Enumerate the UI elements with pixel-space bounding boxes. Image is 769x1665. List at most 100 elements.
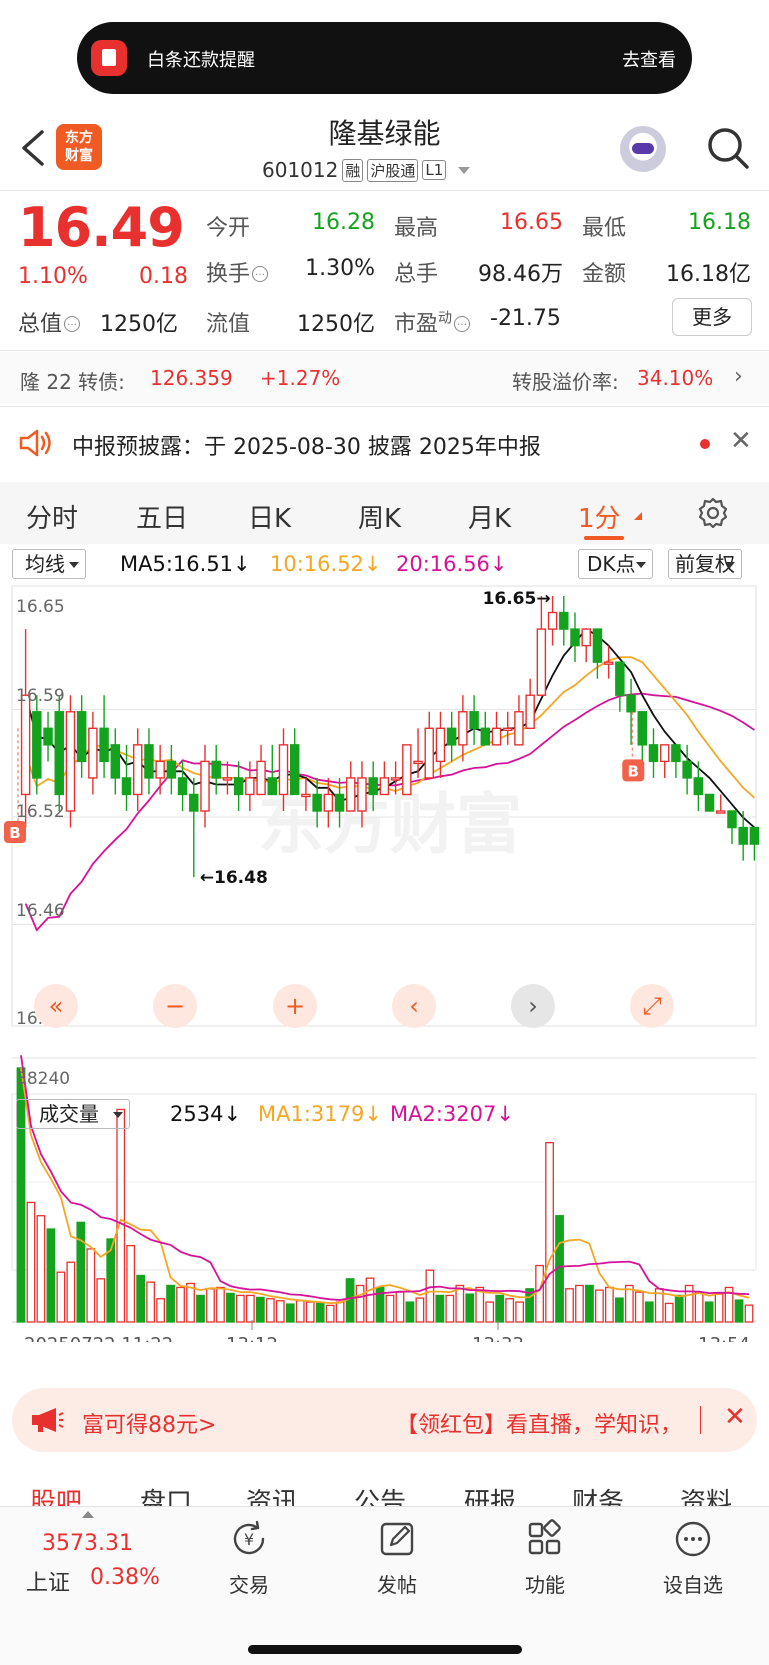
mcap-label-text: 总值 xyxy=(18,312,63,337)
candle-body xyxy=(491,727,502,746)
tab-one-minute[interactable]: 1分 xyxy=(578,498,621,535)
tab-monthly-k[interactable]: 月K xyxy=(468,498,511,535)
candle-body xyxy=(289,744,300,796)
volume-bar xyxy=(236,1294,245,1323)
tab-forum[interactable]: 股吧 xyxy=(30,1482,82,1506)
candle-body xyxy=(390,777,401,781)
volume-bar xyxy=(425,1269,435,1323)
float-value: 1250亿 xyxy=(297,312,375,337)
tab-weekly-k[interactable]: 周K xyxy=(358,498,401,535)
pe-value: -21.75 xyxy=(490,306,561,331)
tab-profile[interactable]: 资料 xyxy=(680,1482,732,1506)
notification-banner[interactable]: 白条还款提醒 去查看 xyxy=(77,22,692,94)
content-tabs: 股吧 盘口 资讯 公告 研报 财务 资料 xyxy=(0,1470,769,1506)
tab-intraday[interactable]: 分时 xyxy=(26,498,78,535)
volume-bar xyxy=(365,1277,375,1323)
price-axis-label: 16.65 xyxy=(16,597,65,617)
candle-body xyxy=(525,694,535,730)
close-icon[interactable]: ✕ xyxy=(724,1402,746,1432)
close-icon[interactable]: ✕ xyxy=(730,426,752,456)
kline-chart[interactable]: 东方财富 16.65→ ←16.48 B B 16.65 16.59 16.52 16.46… xyxy=(0,582,769,1342)
volume-bar xyxy=(694,1291,704,1323)
volume-bar xyxy=(605,1286,614,1323)
info-icon[interactable]: … xyxy=(252,266,269,282)
volume-bar xyxy=(96,1278,106,1323)
candle-body xyxy=(189,793,199,812)
volume-indicator-selector[interactable]: 成交量 xyxy=(16,1099,130,1129)
divider xyxy=(0,190,769,191)
index-value[interactable]: 3573.31 xyxy=(42,1531,133,1556)
trade-button[interactable]: ¥ 交易 xyxy=(204,1519,294,1598)
open-value: 16.28 xyxy=(312,210,375,235)
notification-view-button[interactable]: 去查看 xyxy=(622,46,676,72)
tab-announcements[interactable]: 公告 xyxy=(354,1482,406,1506)
volume-bar xyxy=(495,1294,505,1323)
chevron-down-icon[interactable] xyxy=(458,166,471,174)
candle-body xyxy=(435,727,446,763)
stock-code: 601012 xyxy=(262,158,339,182)
convertible-bond-row[interactable]: 隆 22 转债: 126.359 +1.27% 转股溢价率: 34.10% › xyxy=(0,352,769,404)
candle-body xyxy=(659,744,670,763)
candle-body xyxy=(20,694,31,796)
info-icon[interactable]: … xyxy=(454,316,471,332)
indicator-selector[interactable]: 均线 xyxy=(12,549,86,579)
buy-marker-right-text: B xyxy=(628,762,639,780)
volume-bar xyxy=(245,1294,255,1323)
volume-bar xyxy=(644,1301,654,1323)
tab-dropdown-icon xyxy=(634,512,642,520)
candle-body xyxy=(43,727,53,746)
add-watchlist-button[interactable]: 设自选 xyxy=(648,1519,738,1598)
volume-bar xyxy=(116,1108,126,1323)
current-price: 16.49 xyxy=(18,196,185,259)
mcap-label: 总值… xyxy=(18,306,81,338)
volume-bar xyxy=(505,1298,515,1323)
adjust-button[interactable]: 前复权 xyxy=(668,549,742,579)
tab-financials[interactable]: 财务 xyxy=(572,1482,624,1506)
volume-ma2: MA2:3207↓ xyxy=(390,1102,514,1126)
candle-body xyxy=(155,760,165,779)
tab-news[interactable]: 资讯 xyxy=(246,1482,298,1506)
time-axis-label: 13:54 xyxy=(698,1334,750,1342)
candle-body xyxy=(682,760,692,779)
candle-body xyxy=(301,793,311,798)
tab-orderbook[interactable]: 盘口 xyxy=(140,1482,192,1506)
add-watchlist-label: 设自选 xyxy=(663,1573,723,1597)
premium-label: 转股溢价率: xyxy=(512,370,619,394)
candle-body xyxy=(693,777,704,796)
volume-bar xyxy=(255,1296,265,1323)
chart-control-glyph: › xyxy=(528,992,538,1020)
low-annotation: ←16.48 xyxy=(200,868,268,888)
index-name[interactable]: 上证 xyxy=(26,1565,70,1597)
volume-bar xyxy=(76,1221,86,1323)
edit-icon xyxy=(380,1522,414,1556)
volume-bar xyxy=(734,1299,744,1323)
open-label: 今开 xyxy=(206,216,251,241)
tab-five-day[interactable]: 五日 xyxy=(136,498,188,535)
mcap-value: 1250亿 xyxy=(100,312,178,337)
more-button[interactable]: 更多 xyxy=(672,298,752,336)
post-button[interactable]: 发帖 xyxy=(352,1519,442,1598)
volume-max-label: 38240 xyxy=(16,1069,70,1089)
tab-research[interactable]: 研报 xyxy=(464,1482,516,1506)
promo-banner[interactable]: 富可得88元> 【领红包】看直播，学知识， ✕ xyxy=(12,1388,757,1452)
candle-body xyxy=(144,744,154,779)
tab-daily-k[interactable]: 日K xyxy=(248,498,291,535)
gear-icon[interactable] xyxy=(696,496,730,530)
price-axis-label: 16.46 xyxy=(16,901,65,921)
premium-value: 34.10% xyxy=(637,366,714,390)
pe-label-text: 市盈 xyxy=(394,312,439,337)
stock-code-row[interactable]: 601012 融 沪股通 L1 xyxy=(262,158,471,182)
assistant-robot-icon[interactable] xyxy=(620,126,666,172)
candle-body xyxy=(54,711,64,796)
info-icon[interactable]: … xyxy=(64,316,81,332)
volume-bar xyxy=(575,1284,584,1323)
report-notice-row[interactable]: 中报预披露：于 2025-08-30 披露 2025年中报 ✕ xyxy=(0,412,769,474)
candle-body xyxy=(727,810,737,829)
dk-point-selector[interactable]: DK点 xyxy=(578,549,653,579)
candle-body xyxy=(166,760,177,779)
candle-body xyxy=(559,611,569,630)
functions-button[interactable]: 功能 xyxy=(500,1519,590,1598)
search-icon[interactable] xyxy=(706,126,750,170)
change-amount: 0.18 xyxy=(139,264,188,289)
float-label: 流值 xyxy=(206,312,251,337)
